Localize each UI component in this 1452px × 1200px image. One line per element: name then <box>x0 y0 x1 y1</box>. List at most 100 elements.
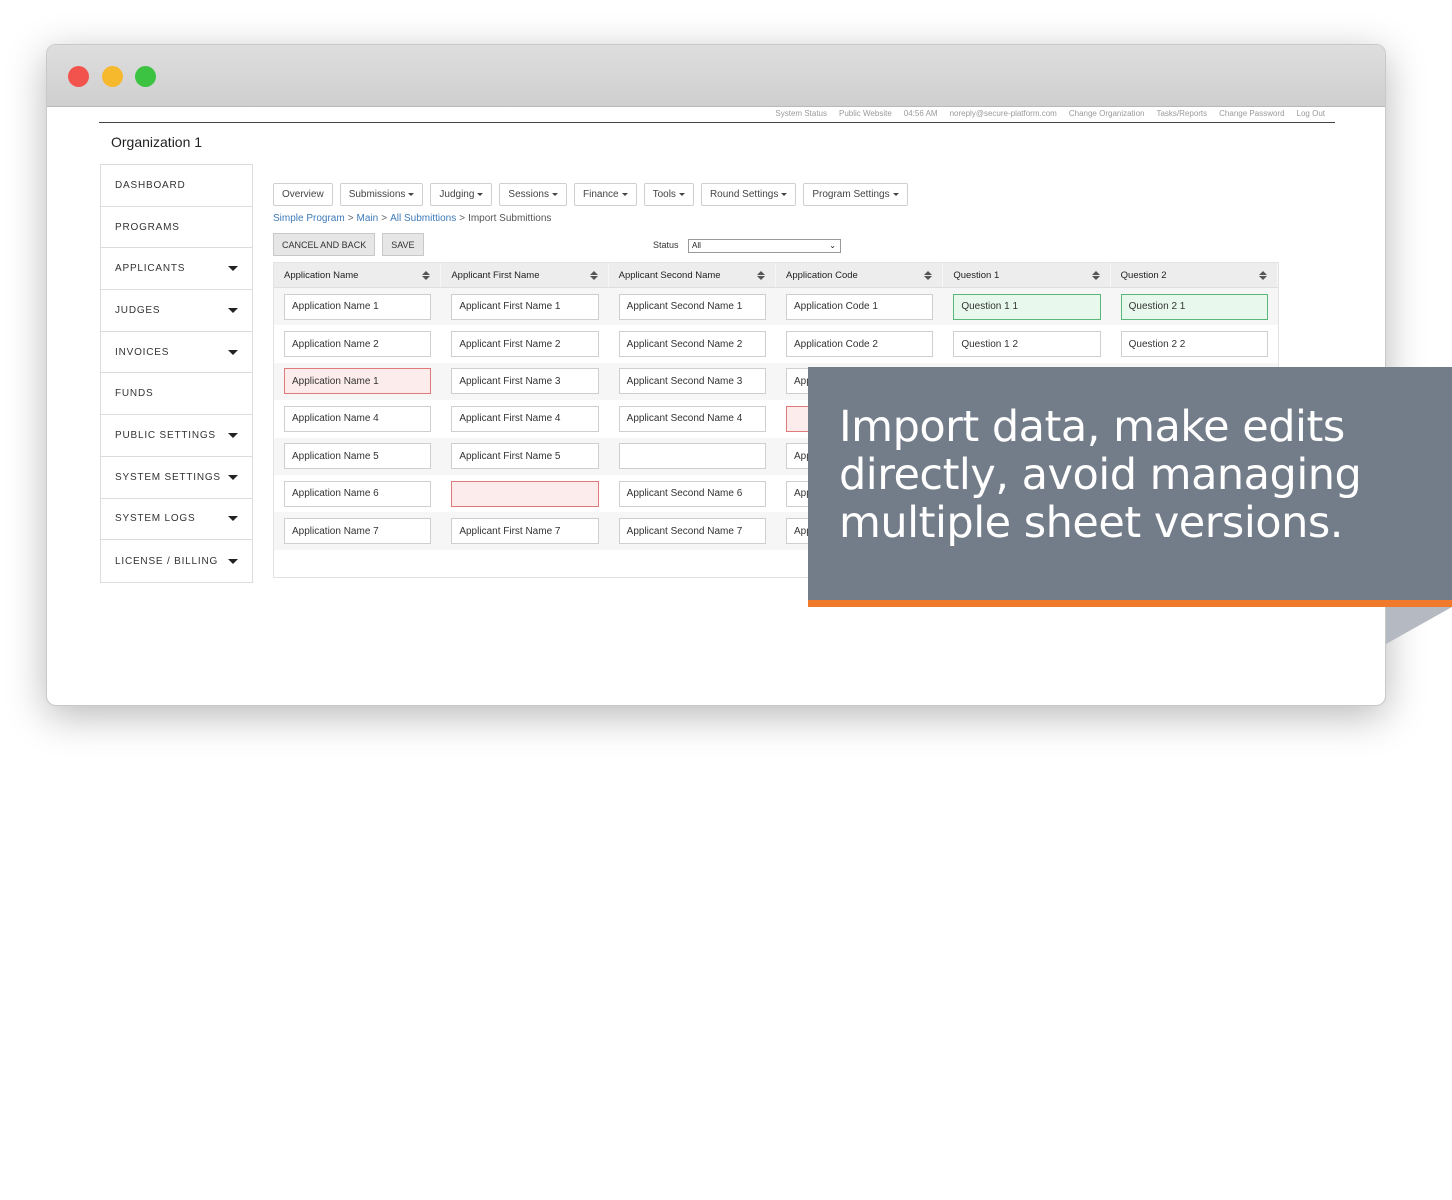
sidebar-item-dashboard[interactable]: DASHBOARD <box>101 165 252 207</box>
breadcrumb-item-all-submittions[interactable]: All Submittions <box>390 213 456 224</box>
column-header-label: Question 2 <box>1120 269 1167 281</box>
cell-input-applicant-second-name[interactable]: Applicant Second Name 3 <box>618 368 766 395</box>
sidebar-item-label: JUDGES <box>115 304 161 316</box>
column-header-label: Question 1 <box>953 269 1000 281</box>
maximize-window-button[interactable] <box>135 66 156 87</box>
table-cell: Application Name 1 <box>274 293 441 320</box>
cell-input-application-name[interactable]: Application Name 4 <box>284 405 432 432</box>
column-header-question-1[interactable]: Question 1 <box>943 263 1111 287</box>
sidebar-item-label: INVOICES <box>115 346 170 358</box>
sort-icon[interactable] <box>589 270 598 280</box>
topnav-item-system-status[interactable]: System Status <box>775 109 827 122</box>
caret-down-icon <box>228 516 238 522</box>
topnav-item-public-website[interactable]: Public Website <box>839 109 892 122</box>
cell-input-applicant-first-name[interactable]: Applicant First Name 1 <box>451 293 599 320</box>
sort-icon[interactable] <box>756 270 765 280</box>
cell-input-application-name[interactable]: Application Name 1 <box>284 368 432 395</box>
tab-program-settings[interactable]: Program Settings <box>803 183 908 206</box>
sidebar-item-invoices[interactable]: INVOICES <box>101 332 252 374</box>
sidebar-item-funds[interactable]: FUNDS <box>101 373 252 416</box>
column-header-question-2[interactable]: Question 2 <box>1111 263 1278 287</box>
cell-input-application-name[interactable]: Application Name 7 <box>284 518 432 545</box>
tab-tools[interactable]: Tools <box>643 183 694 206</box>
cancel-and-back-button[interactable]: CANCEL AND BACK <box>273 233 376 256</box>
sort-icon[interactable] <box>1258 270 1267 280</box>
column-header-applicant-first-name[interactable]: Applicant First Name <box>441 263 609 287</box>
minimize-window-button[interactable] <box>102 66 123 87</box>
breadcrumb-item-import-submittions: Import Submittions <box>468 213 552 224</box>
column-header-applicant-second-name[interactable]: Applicant Second Name <box>609 263 776 287</box>
sort-up-icon <box>422 270 431 275</box>
column-header-application-name[interactable]: Application Name <box>274 263 442 287</box>
cell-input-applicant-first-name[interactable]: Applicant First Name 3 <box>451 368 599 395</box>
cell-input-application-name[interactable]: Application Name 2 <box>284 331 432 358</box>
tab-round-settings[interactable]: Round Settings <box>700 183 797 206</box>
cell-input-application-name[interactable]: Application Name 5 <box>284 443 432 470</box>
callout-accent-bar <box>808 600 1452 607</box>
table-cell: Application Name 4 <box>274 405 441 432</box>
topnav-item-change-organization[interactable]: Change Organization <box>1069 109 1145 122</box>
breadcrumb-item-main[interactable]: Main <box>357 213 379 224</box>
cell-input-application-code[interactable]: Application Code 1 <box>785 293 934 320</box>
cell-input-applicant-second-name[interactable]: Applicant Second Name 6 <box>618 480 766 507</box>
tab-label: Judging <box>439 189 475 200</box>
sort-up-icon <box>1258 270 1267 275</box>
sort-icon[interactable] <box>422 270 431 280</box>
cell-input-applicant-second-name[interactable] <box>618 443 766 470</box>
tab-finance[interactable]: Finance <box>574 183 637 206</box>
topnav-item-04-56-am: 04:56 AM <box>903 109 938 118</box>
cell-input-applicant-second-name[interactable]: Applicant Second Name 2 <box>618 331 766 358</box>
cell-input-applicant-first-name[interactable] <box>451 480 599 507</box>
sort-icon[interactable] <box>924 270 933 280</box>
top-navigation: System Status Public Website 04:56 AM norep… <box>99 109 1335 123</box>
column-header-label: Application Code <box>785 269 858 281</box>
topnav-item-noreply-secure-platform-com[interactable]: noreply@secure-platform.com <box>950 109 1057 122</box>
table-cell: Applicant Second Name 4 <box>609 405 776 432</box>
cell-input-question-2[interactable]: Question 2 1 <box>1120 293 1268 320</box>
cell-input-application-name[interactable]: Application Name 1 <box>284 293 432 320</box>
tab-sessions[interactable]: Sessions <box>499 183 567 206</box>
table-cell: Application Name 1 <box>274 368 441 395</box>
topnav-item-tasks-reports[interactable]: Tasks/Reports <box>1156 109 1207 122</box>
cell-input-applicant-first-name[interactable]: Applicant First Name 7 <box>451 518 599 545</box>
sidebar-item-system-settings[interactable]: SYSTEM SETTINGS <box>101 457 252 499</box>
tab-overview[interactable]: Overview <box>273 183 333 206</box>
tab-submissions[interactable]: Submissions <box>339 183 424 206</box>
cell-input-applicant-first-name[interactable]: Applicant First Name 4 <box>451 405 599 432</box>
sidebar: DASHBOARD PROGRAMS APPLICANTS JUDGES INVOICE… <box>100 164 253 583</box>
topnav-item-log-out[interactable]: Log Out <box>1297 109 1325 122</box>
caret-down-icon <box>678 193 685 196</box>
cell-input-application-code[interactable]: Application Code 2 <box>785 331 934 358</box>
cell-input-application-name[interactable]: Application Name 6 <box>284 480 432 507</box>
sidebar-item-system-logs[interactable]: SYSTEM LOGS <box>101 499 252 541</box>
status-select[interactable]: All ⌄ <box>688 239 841 253</box>
cell-input-applicant-first-name[interactable]: Applicant First Name 5 <box>451 443 599 470</box>
sort-icon[interactable] <box>1091 270 1100 280</box>
cell-input-applicant-second-name[interactable]: Applicant Second Name 7 <box>618 518 766 545</box>
cell-input-applicant-second-name[interactable]: Applicant Second Name 1 <box>618 293 766 320</box>
caret-down-icon <box>228 474 238 480</box>
sidebar-item-judges[interactable]: JUDGES <box>101 290 252 332</box>
save-button[interactable]: SAVE <box>382 233 424 256</box>
callout-line-1: Import data, make edits <box>839 402 1345 452</box>
tab-label: Program Settings <box>812 189 890 200</box>
topnav-item-change-password[interactable]: Change Password <box>1219 109 1284 122</box>
cell-input-question-2[interactable]: Question 2 2 <box>1120 331 1268 358</box>
cell-input-applicant-second-name[interactable]: Applicant Second Name 4 <box>618 405 766 432</box>
cell-input-question-1[interactable]: Question 1 2 <box>953 331 1101 358</box>
cell-input-question-1[interactable]: Question 1 1 <box>953 293 1101 320</box>
window-titlebar <box>47 45 1385 107</box>
sidebar-item-license-billing[interactable]: LICENSE / BILLING <box>101 540 252 582</box>
sort-down-icon <box>589 275 598 280</box>
program-tabs: Overview Submissions Judging Sessions Financ… <box>273 183 908 206</box>
sidebar-item-public-settings[interactable]: PUBLIC SETTINGS <box>101 415 252 457</box>
close-window-button[interactable] <box>68 66 89 87</box>
table-cell <box>609 443 776 470</box>
breadcrumb-item-simple-program[interactable]: Simple Program <box>273 213 345 224</box>
cell-input-applicant-first-name[interactable]: Applicant First Name 2 <box>451 331 599 358</box>
sidebar-item-programs[interactable]: PROGRAMS <box>101 207 252 249</box>
tab-judging[interactable]: Judging <box>430 183 493 206</box>
status-label: Status <box>653 240 679 250</box>
sidebar-item-applicants[interactable]: APPLICANTS <box>101 248 252 291</box>
column-header-application-code[interactable]: Application Code <box>776 263 944 287</box>
